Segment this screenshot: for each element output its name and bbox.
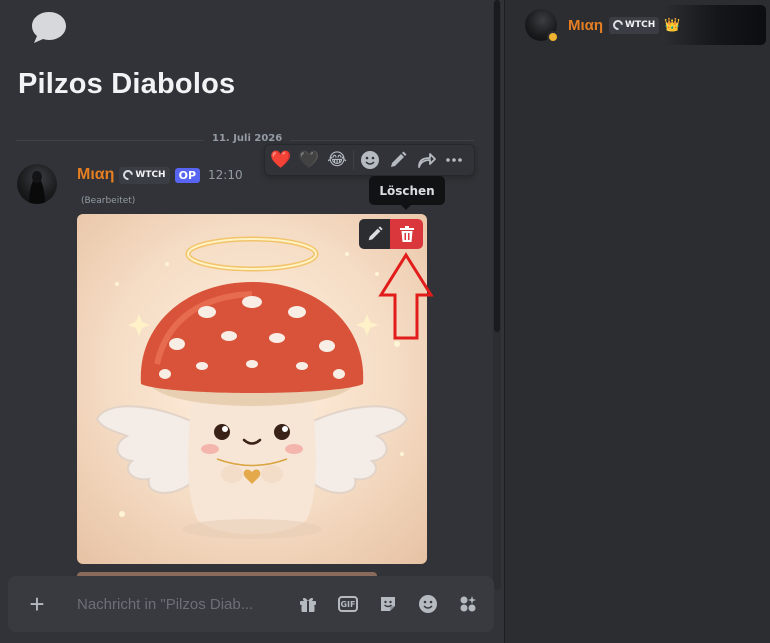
guild-tag-label: WTCH [135,170,166,180]
message-actions-toolbar: ❤️ 🖤 😂 [264,144,475,176]
guild-tag[interactable]: WTCH [119,166,170,184]
op-badge: OP [174,167,201,183]
pencil-icon [368,226,383,241]
crown-icon: 👑 [664,17,681,33]
thread-icon [30,10,68,44]
reaction-black-heart[interactable]: 🖤 [297,148,321,172]
upload-plus-button[interactable]: + [24,591,50,617]
more-options-icon[interactable] [442,148,466,172]
message-composer: + GIF [8,576,494,632]
attachment-edit-button[interactable] [359,219,390,249]
moon-icon [121,167,136,183]
message-header: Μιαη WTCH OP 12:10 [77,164,243,186]
reaction-laughing[interactable]: 😂 [325,148,349,172]
member-guild-tag-label: WTCH [625,20,656,30]
member-list-item[interactable]: Μιαη WTCH 👑 [522,5,766,45]
message-author[interactable]: Μιαη [77,166,114,184]
delete-tooltip: Löschen [369,176,445,205]
composer-toolbar: GIF [294,592,482,616]
gif-icon[interactable]: GIF [334,592,362,616]
date-divider: 11. Juli 2026 [204,133,291,144]
tooltip-pointer [401,205,411,210]
gif-label: GIF [338,596,358,612]
toolbar-separator [353,150,354,170]
sticker-icon[interactable] [374,592,402,616]
attachment-actions [359,219,423,249]
annotation-arrow [378,252,434,340]
attachment-delete-button[interactable] [390,219,423,249]
message-input[interactable] [77,593,287,615]
member-name: Μιαη [568,16,604,34]
reaction-heart[interactable]: ❤️ [269,148,293,172]
member-avatar [525,9,559,43]
thread-title: Pilzos Diabolos [18,68,236,100]
trash-icon [399,226,414,242]
member-guild-tag[interactable]: WTCH [609,16,660,34]
member-list [504,0,770,643]
gift-icon[interactable] [294,592,322,616]
moon-icon [611,17,626,33]
avatar[interactable] [17,164,57,204]
apps-icon[interactable] [454,592,482,616]
scrollbar-thumb[interactable] [494,0,500,332]
emoji-icon[interactable] [414,592,442,616]
edited-label: (Bearbeitet) [81,196,136,206]
message-image[interactable] [77,214,427,564]
add-reaction-icon[interactable] [358,148,382,172]
edit-icon[interactable] [386,148,410,172]
thread-panel: Pilzos Diabolos 11. Juli 2026 Μιαη WTCH … [0,0,504,643]
forward-icon[interactable] [414,148,438,172]
message-timestamp[interactable]: 12:10 [208,168,243,182]
idle-status-icon [547,31,559,43]
